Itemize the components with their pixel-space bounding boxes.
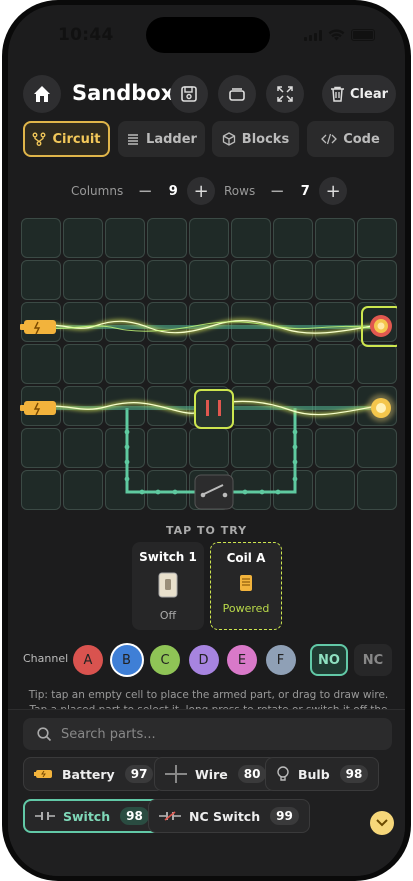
battery-status-icon [351,29,375,41]
tab-circuit[interactable]: Circuit [23,121,110,157]
tab-label: Blocks [241,131,290,147]
tab-ladder[interactable]: Ladder [118,121,205,157]
switch-try-card[interactable]: Switch 1 Off [132,542,204,630]
part-label: Battery [62,766,115,782]
normally-open-button[interactable]: NO [310,644,348,676]
rows-value: 7 [300,183,310,199]
rows-label: Rows [224,184,256,198]
chevron-down-icon [376,819,388,827]
rows-control: Rows − 7 + [224,177,348,205]
circuit-overlay [20,306,397,510]
contact-part[interactable] [194,389,234,429]
layers-icon [229,88,245,101]
fullscreen-button[interactable] [266,75,304,113]
circuit-icon [33,132,46,146]
bulb-icon [277,766,289,781]
save-icon [181,86,197,102]
part-count: 97 [124,765,154,783]
tab-label: Code [343,131,380,147]
card-state: Powered [222,602,270,615]
layers-button[interactable] [218,75,256,113]
page-title: Sandbox [72,81,175,105]
tab-label: Ladder [146,131,197,147]
switch-icon [35,812,55,820]
channel-option-f[interactable]: F [265,645,296,675]
wire-icon [165,765,187,783]
clear-button[interactable]: Clear [322,75,396,113]
dynamic-island [146,17,270,53]
part-wire[interactable]: Wire 80 [154,757,278,791]
part-switch[interactable]: Switch 98 [23,799,161,833]
code-icon [321,133,338,145]
battery-part[interactable] [20,320,56,335]
coil-try-card[interactable]: Coil A Powered [210,542,282,630]
circuit-grid[interactable] [20,217,397,511]
columns-value: 9 [168,183,178,199]
energized-wire-top [39,319,373,335]
phone-frame: 10:44 Sandbox Clear Circuit Ladder Block… [2,0,411,881]
trash-icon [331,86,344,102]
battery-icon [34,770,52,778]
list-icon [128,134,139,145]
tab-blocks[interactable]: Blocks [212,121,299,157]
clear-label: Clear [350,86,388,102]
mode-tabs: Circuit Ladder Blocks Code [23,121,394,157]
card-title: Switch 1 [139,550,197,564]
switch-part[interactable] [194,474,234,510]
home-icon [34,86,50,102]
part-nc-switch[interactable]: NC Switch 99 [148,799,310,833]
card-state: Off [159,609,177,622]
tab-label: Circuit [52,131,101,147]
part-count: 99 [270,807,299,825]
search-input[interactable] [61,726,361,742]
part-bulb[interactable]: Bulb 98 [265,757,380,791]
card-title: Coil A [226,551,266,565]
toggle-switch-icon [158,572,178,598]
wifi-icon [328,29,345,41]
expand-icon [277,86,293,102]
search-icon [37,726,52,741]
coil-icon [240,575,252,591]
home-button[interactable] [23,75,61,113]
bulb-part[interactable] [367,394,395,422]
tab-code[interactable]: Code [307,121,394,157]
cellular-signal-icon [304,29,322,41]
tap-to-try-label: TAP TO TRY [165,524,248,537]
app-screen: 10:44 Sandbox Clear Circuit Ladder Block… [8,5,405,876]
status-bar: 10:44 [8,5,405,57]
save-button[interactable] [170,75,208,113]
channel-option-a[interactable]: A [73,645,103,675]
search-bar[interactable] [23,718,392,750]
status-time: 10:44 [58,25,114,45]
channel-option-d[interactable]: D [188,645,219,675]
battery-part[interactable] [20,401,56,416]
channel-option-e[interactable]: E [227,645,257,675]
scroll-down-button[interactable] [370,811,394,835]
part-label: NC Switch [189,808,261,824]
part-count: 98 [339,765,369,783]
nc-switch-icon [159,811,181,821]
part-count: 98 [120,807,149,825]
columns-increase-button[interactable]: + [187,177,216,205]
columns-label: Columns [71,184,124,198]
columns-control: Columns − 9 + [71,177,216,205]
channel-option-b[interactable]: B [111,645,142,675]
part-label: Bulb [298,766,330,782]
rows-increase-button[interactable]: + [319,177,348,205]
part-count: 80 [237,765,267,783]
channel-label: Channel [23,652,69,665]
cube-icon [222,132,235,146]
part-label: Switch [63,808,111,824]
rows-decrease-button[interactable]: − [263,177,291,205]
part-battery[interactable]: Battery 97 [23,757,165,791]
part-label: Wire [195,766,228,782]
columns-decrease-button[interactable]: − [131,177,159,205]
channel-option-c[interactable]: C [150,645,180,675]
normally-closed-button[interactable]: NC [354,644,392,676]
